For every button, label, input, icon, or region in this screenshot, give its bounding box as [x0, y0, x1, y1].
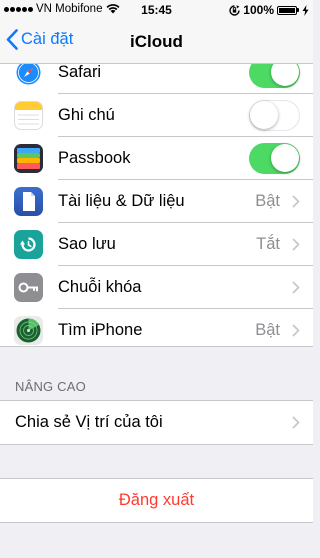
chevron-left-icon	[6, 29, 18, 50]
keychain-label: Chuỗi khóa	[58, 278, 142, 296]
passbook-icon	[14, 144, 43, 173]
chevron-right-icon	[292, 281, 300, 294]
documents-label: Tài liệu & Dữ liệu	[58, 192, 185, 210]
find-iphone-label: Tìm iPhone	[58, 321, 143, 339]
passbook-toggle[interactable]	[249, 143, 300, 174]
chevron-right-icon	[292, 324, 300, 337]
advanced-section-header: NÂNG CAO	[15, 379, 86, 394]
documents-value: Bật	[255, 192, 280, 210]
icloud-services-list: Safari Ghi chú Passbook Tài liệu & Dữ li…	[0, 57, 313, 347]
share-location-label: Chia sẻ Vị trí của tôi	[15, 413, 163, 431]
advanced-list: Chia sẻ Vị trí của tôi	[0, 400, 313, 445]
battery-icon	[277, 5, 299, 15]
notes-toggle[interactable]	[249, 100, 300, 131]
backup-label: Sao lưu	[58, 235, 116, 253]
chevron-right-icon	[292, 416, 300, 429]
status-bar: VN Mobifone 15:45 100%	[0, 0, 313, 20]
notes-label: Ghi chú	[58, 106, 115, 124]
charging-icon	[302, 4, 309, 16]
rotation-lock-icon	[229, 4, 240, 16]
status-right: 100%	[229, 3, 309, 17]
navigation-bar: Cài đặt iCloud	[0, 20, 313, 64]
list-item-notes: Ghi chú	[0, 94, 313, 137]
list-item-backup[interactable]: Sao lưu Tắt	[0, 223, 313, 266]
key-icon	[14, 273, 43, 302]
list-item-find-iphone[interactable]: Tìm iPhone Bật	[0, 309, 313, 352]
backup-icon	[14, 230, 43, 259]
list-item-documents[interactable]: Tài liệu & Dữ liệu Bật	[0, 180, 313, 223]
sign-out-button[interactable]: Đăng xuất	[0, 491, 313, 510]
list-item-share-location[interactable]: Chia sẻ Vị trí của tôi	[0, 401, 313, 444]
chevron-right-icon	[292, 238, 300, 251]
back-button-label: Cài đặt	[21, 30, 74, 48]
passbook-label: Passbook	[58, 149, 131, 167]
list-item-keychain[interactable]: Chuỗi khóa	[0, 266, 313, 309]
document-icon	[14, 187, 43, 216]
chevron-right-icon	[292, 195, 300, 208]
radar-icon	[14, 316, 43, 345]
back-button[interactable]: Cài đặt	[6, 29, 73, 50]
sign-out-group: Đăng xuất	[0, 478, 313, 523]
notes-icon	[14, 101, 43, 130]
battery-percentage: 100%	[243, 3, 274, 17]
find-iphone-value: Bật	[255, 321, 280, 339]
list-item-passbook: Passbook	[0, 137, 313, 180]
backup-value: Tắt	[256, 235, 280, 253]
safari-label: Safari	[58, 63, 102, 81]
